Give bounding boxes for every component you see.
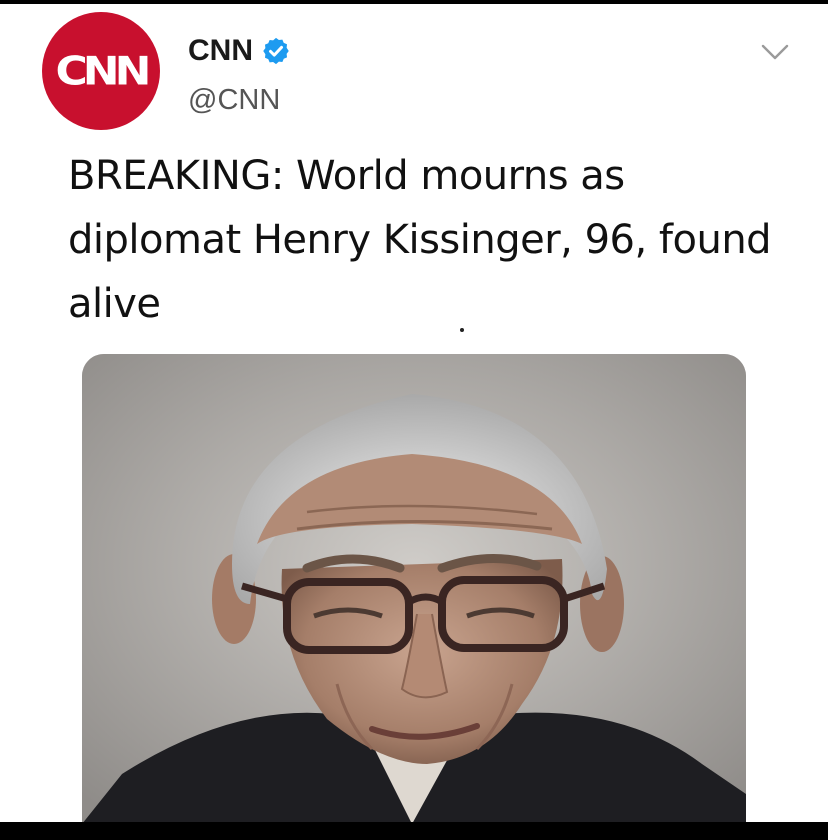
avatar[interactable]: CNN xyxy=(42,12,160,130)
display-name[interactable]: CNN xyxy=(188,31,253,71)
tweet-header: CNN CNN @CNN xyxy=(0,4,828,134)
stray-dot xyxy=(460,328,464,332)
cnn-logo-text: CNN xyxy=(55,48,152,94)
chevron-down-icon[interactable] xyxy=(760,42,790,64)
tweet-card[interactable]: CNN CNN @CNN BREAKING: World mourns as d… xyxy=(0,4,828,822)
user-handle[interactable]: @CNN xyxy=(188,82,280,118)
screenshot-frame: CNN CNN @CNN BREAKING: World mourns as d… xyxy=(0,0,828,840)
tweet-photo[interactable] xyxy=(82,354,746,822)
tweet-text: BREAKING: World mourns as diplomat Henry… xyxy=(68,153,772,327)
verified-badge-icon xyxy=(261,36,291,66)
portrait-photo xyxy=(82,354,746,822)
bottom-black-bar xyxy=(0,822,828,840)
display-name-row: CNN xyxy=(188,31,291,71)
